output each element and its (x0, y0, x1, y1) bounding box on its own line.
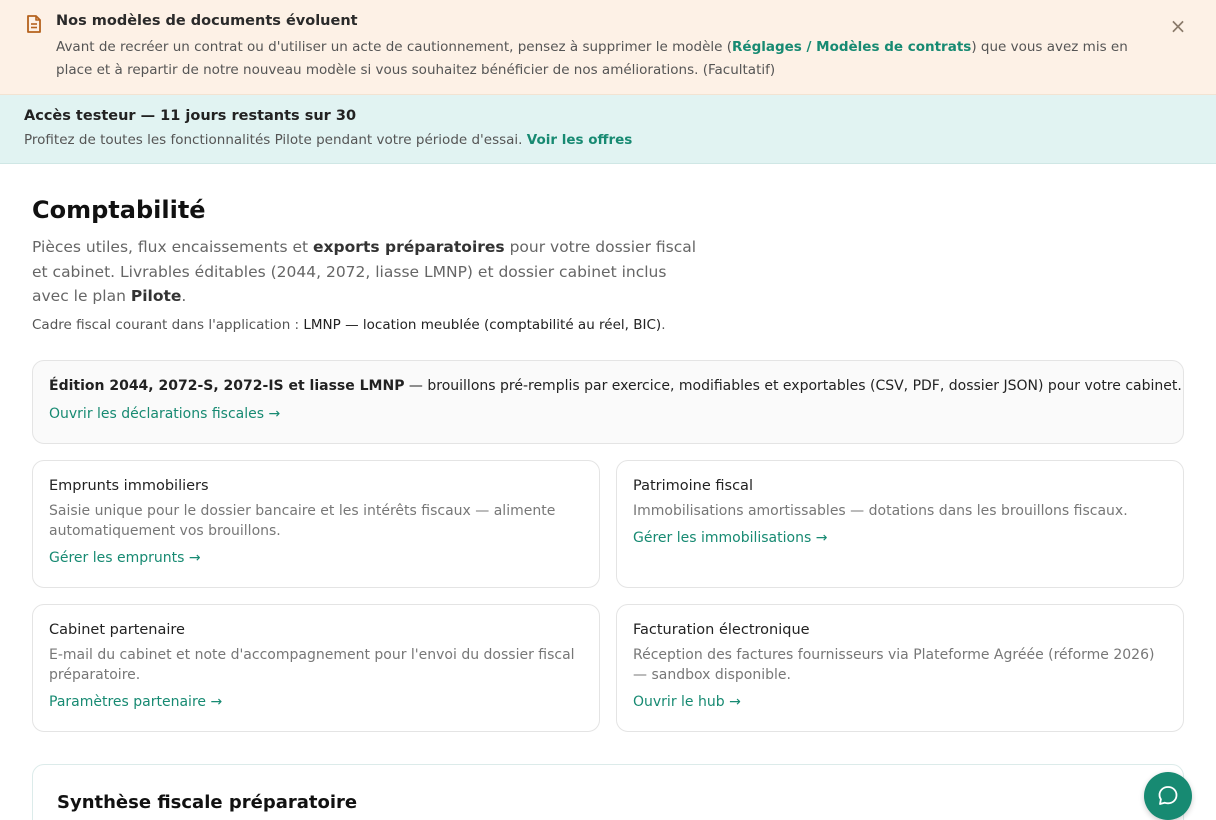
trial-text: Profitez de toutes les fonctionnalités P… (24, 132, 523, 148)
assets-title: Patrimoine fiscal (633, 478, 753, 494)
declarations-title: Édition 2044, 2072-S, 2072-IS et liasse … (49, 378, 1182, 394)
fiscal-frame: Cadre fiscal courant dans l'application … (32, 317, 665, 333)
tax-summary-section: Synthèse fiscale préparatoire (32, 764, 1184, 820)
assets-desc: Immobilisations amortissables — dotation… (633, 503, 1128, 519)
intro-end: . (181, 287, 187, 305)
notice-body: Avant de recréer un contrat ou d'utilise… (56, 36, 1156, 82)
declarations-title-bold: Édition 2044, 2072-S, 2072-IS et liasse … (49, 378, 405, 394)
trial-banner: Accès testeur — 11 jours restants sur 30… (0, 95, 1216, 164)
manage-assets-link[interactable]: Gérer les immobilisations → (633, 530, 827, 546)
partner-title: Cabinet partenaire (49, 622, 185, 638)
loans-desc: Saisie unique pour le dossier bancaire e… (49, 503, 556, 539)
trial-body: Profitez de toutes les fonctionnalités P… (24, 132, 632, 148)
einvoicing-title: Facturation électronique (633, 622, 810, 638)
loans-card: Emprunts immobiliers Saisie unique pour … (32, 460, 600, 588)
view-offers-link[interactable]: Voir les offres (527, 132, 633, 148)
intro-bold-2: Pilote (130, 287, 182, 305)
declarations-title-rest: — brouillons pré-remplis par exercice, m… (408, 378, 1182, 394)
page-title: Comptabilité (32, 196, 206, 224)
declarations-card: Édition 2044, 2072-S, 2072-IS et liasse … (32, 360, 1184, 444)
partner-settings-link[interactable]: Paramètres partenaire → (49, 694, 222, 710)
notice-text-before: Avant de recréer un contrat ou d'utilise… (56, 39, 733, 55)
contract-templates-link[interactable]: Réglages / Modèles de contrats (732, 39, 971, 55)
document-icon (24, 14, 44, 34)
assets-card: Patrimoine fiscal Immobilisations amorti… (616, 460, 1184, 588)
notice-banner: Nos modèles de documents évoluent Avant … (0, 0, 1216, 95)
open-hub-link[interactable]: Ouvrir le hub → (633, 694, 741, 710)
fiscal-label: Cadre fiscal courant dans l'application … (32, 317, 300, 333)
intro-text-1: Pièces utiles, flux encaissements et (32, 238, 309, 256)
close-icon[interactable]: × (1166, 14, 1190, 38)
fiscal-value: LMNP — location meublée (comptabilité au… (303, 317, 662, 333)
open-declarations-link[interactable]: Ouvrir les déclarations fiscales → (49, 406, 280, 422)
tax-summary-title: Synthèse fiscale préparatoire (57, 792, 358, 813)
loans-title: Emprunts immobiliers (49, 478, 209, 494)
einvoicing-card: Facturation électronique Réception des f… (616, 604, 1184, 732)
trial-title: Accès testeur — 11 jours restants sur 30 (24, 108, 357, 124)
fiscal-end: . (661, 317, 666, 333)
manage-loans-link[interactable]: Gérer les emprunts → (49, 550, 201, 566)
page-intro: Pièces utiles, flux encaissements et exp… (32, 235, 702, 309)
einvoicing-desc: Réception des factures fournisseurs via … (633, 647, 1155, 683)
chat-button[interactable] (1144, 772, 1192, 820)
notice-title: Nos modèles de documents évoluent (56, 13, 358, 29)
partner-card: Cabinet partenaire E-mail du cabinet et … (32, 604, 600, 732)
intro-bold-1: exports préparatoires (313, 238, 505, 256)
partner-desc: E-mail du cabinet et note d'accompagneme… (49, 647, 575, 683)
